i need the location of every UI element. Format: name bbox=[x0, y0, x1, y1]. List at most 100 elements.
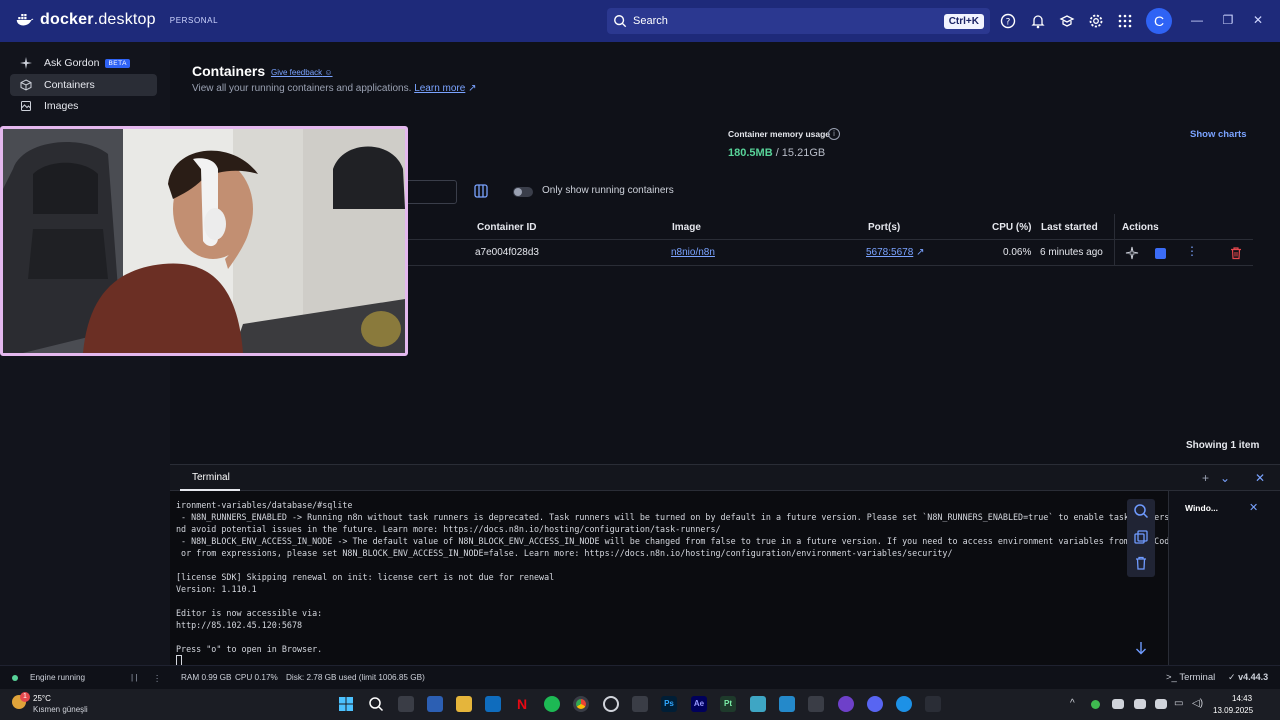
copy-icon[interactable] bbox=[1133, 529, 1149, 545]
tray-app-icon[interactable] bbox=[1155, 699, 1167, 709]
column-last-started[interactable]: Last started bbox=[1041, 222, 1098, 233]
engine-status-dot bbox=[12, 675, 18, 681]
column-image[interactable]: Image bbox=[672, 222, 701, 233]
docker-logo: docker.desktop PERSONAL bbox=[16, 11, 218, 29]
page-subtitle: View all your running containers and app… bbox=[192, 83, 477, 94]
chevron-up-icon[interactable]: ^ bbox=[1070, 698, 1075, 709]
photoshop-icon[interactable]: Ps bbox=[661, 696, 677, 712]
new-terminal-icon[interactable]: + bbox=[1202, 471, 1209, 485]
search-icon[interactable] bbox=[1133, 503, 1149, 519]
terminal-line: ​ bbox=[176, 559, 1126, 571]
show-charts-button[interactable]: Show charts bbox=[1190, 129, 1247, 140]
chrome-icon[interactable] bbox=[573, 696, 589, 712]
side-panel-title: Windo... bbox=[1185, 503, 1218, 513]
column-cpu[interactable]: CPU (%) bbox=[992, 222, 1031, 233]
app-icon[interactable] bbox=[750, 696, 766, 712]
close-icon[interactable]: ✕ bbox=[1249, 501, 1258, 514]
steam-icon[interactable] bbox=[1112, 699, 1124, 709]
clear-icon[interactable] bbox=[1133, 555, 1149, 571]
clock-time[interactable]: 14:43 bbox=[1232, 694, 1252, 703]
status-bar: Engine running | | ⋮ RAM 0.99 GB CPU 0.1… bbox=[0, 665, 1280, 689]
terminal-line: Press "o" to open in Browser. bbox=[176, 644, 323, 654]
stop-button[interactable] bbox=[1155, 248, 1166, 259]
tab-terminal[interactable]: Terminal bbox=[192, 472, 230, 483]
avatar[interactable]: C bbox=[1146, 8, 1172, 34]
after-effects-icon[interactable]: Ae bbox=[691, 696, 707, 712]
windows-start-icon[interactable] bbox=[338, 696, 354, 712]
minimize-icon[interactable]: — bbox=[1190, 13, 1204, 27]
terminal-line: or from expressions, please set N8N_BLOC… bbox=[176, 548, 953, 558]
open-ai-icon[interactable] bbox=[1125, 246, 1139, 260]
tray-app-icon[interactable] bbox=[1134, 699, 1146, 709]
sidebar-item-ask-gordon[interactable]: Ask Gordon BETA bbox=[10, 52, 157, 74]
learn-more-link[interactable]: Learn more bbox=[414, 83, 465, 94]
volume-icon[interactable]: ◁) bbox=[1192, 698, 1203, 709]
docker-whale-icon bbox=[16, 14, 34, 26]
bell-icon[interactable] bbox=[1030, 13, 1046, 29]
sidebar-item-images[interactable]: Images bbox=[10, 95, 157, 117]
engine-status: Engine running bbox=[30, 673, 86, 682]
search-icon[interactable] bbox=[368, 696, 384, 712]
container-id-cell: a7e004f028d3 bbox=[475, 247, 539, 258]
terminal-line: Editor is now accessible via: bbox=[176, 608, 323, 618]
global-search[interactable]: Search Ctrl+K bbox=[607, 8, 990, 34]
app-icon[interactable] bbox=[632, 696, 648, 712]
terminal-line: http://85.102.45.120:5678 bbox=[176, 620, 303, 630]
terminal-output[interactable]: ironment-variables/database/#sqlite - N8… bbox=[176, 499, 1200, 666]
outlook-icon[interactable] bbox=[485, 696, 501, 712]
port-link[interactable]: 5678:5678 bbox=[866, 247, 913, 258]
cpu-cell: 0.06% bbox=[1003, 247, 1032, 258]
task-view-icon[interactable] bbox=[398, 696, 414, 712]
terminal-line: - N8N_RUNNERS_ENABLED -> Running n8n wit… bbox=[176, 512, 1200, 522]
pycharm-icon[interactable]: Pt bbox=[720, 696, 736, 712]
notification-count: 1 bbox=[20, 692, 30, 702]
discord-icon[interactable] bbox=[867, 696, 883, 712]
info-icon[interactable]: i bbox=[828, 128, 840, 140]
version-badge[interactable]: ✓ v4.44.3 bbox=[1228, 672, 1268, 683]
sidebar-item-label: Ask Gordon bbox=[44, 57, 100, 69]
store-icon[interactable] bbox=[427, 696, 443, 712]
container-icon bbox=[20, 79, 32, 91]
columns-icon[interactable] bbox=[474, 184, 488, 198]
sidebar-item-containers[interactable]: Containers bbox=[10, 74, 157, 96]
file-explorer-icon[interactable] bbox=[456, 696, 472, 712]
trash-icon[interactable] bbox=[1229, 246, 1243, 260]
close-terminal-icon[interactable]: ✕ bbox=[1255, 471, 1265, 485]
help-icon[interactable]: ? bbox=[1000, 13, 1016, 29]
column-container-id[interactable]: Container ID bbox=[477, 222, 536, 233]
clock-date[interactable]: 13.09.2025 bbox=[1213, 706, 1253, 715]
chevron-down-icon[interactable]: ⌄ bbox=[1220, 471, 1230, 485]
github-icon[interactable] bbox=[838, 696, 854, 712]
more-options-icon[interactable]: ⋮ bbox=[1186, 244, 1198, 258]
obs-icon[interactable] bbox=[603, 696, 619, 712]
gear-icon[interactable] bbox=[1088, 13, 1104, 29]
spotify-icon[interactable] bbox=[544, 696, 560, 712]
sidebar-item-label: Containers bbox=[44, 79, 95, 91]
search-icon bbox=[614, 15, 627, 28]
docker-icon[interactable] bbox=[896, 696, 912, 712]
terminal-toggle[interactable]: >_ Terminal bbox=[1166, 672, 1215, 683]
close-icon[interactable]: ✕ bbox=[1251, 13, 1265, 27]
terminal-app-icon[interactable] bbox=[925, 696, 941, 712]
netflix-icon[interactable]: N bbox=[514, 696, 530, 712]
ports-cell[interactable]: 5678:5678 ↗ bbox=[866, 247, 924, 258]
vscode-icon[interactable] bbox=[779, 696, 795, 712]
column-actions: Actions bbox=[1122, 222, 1159, 233]
app-icon[interactable] bbox=[808, 696, 824, 712]
showing-count: Showing 1 item bbox=[1186, 440, 1260, 451]
column-ports[interactable]: Port(s) bbox=[868, 222, 900, 233]
image-link[interactable]: n8nio/n8n bbox=[671, 247, 715, 258]
running-only-toggle[interactable] bbox=[513, 187, 533, 197]
title-bar: docker.desktop PERSONAL Search Ctrl+K ? … bbox=[0, 0, 1280, 42]
network-icon[interactable]: ▭ bbox=[1174, 698, 1183, 709]
learning-center-icon[interactable] bbox=[1059, 13, 1075, 29]
pause-icon[interactable]: | | bbox=[131, 673, 138, 682]
apps-grid-icon[interactable] bbox=[1117, 13, 1133, 29]
webcam-scene bbox=[3, 129, 405, 353]
restore-icon[interactable]: ❐ bbox=[1221, 13, 1235, 27]
arrow-down-icon[interactable] bbox=[1134, 641, 1148, 655]
more-icon[interactable]: ⋮ bbox=[153, 673, 161, 683]
weather-temp: 25°C bbox=[33, 694, 51, 703]
tray-status-icon[interactable] bbox=[1091, 700, 1100, 709]
give-feedback-link[interactable]: Give feedback ☺ bbox=[271, 68, 333, 77]
